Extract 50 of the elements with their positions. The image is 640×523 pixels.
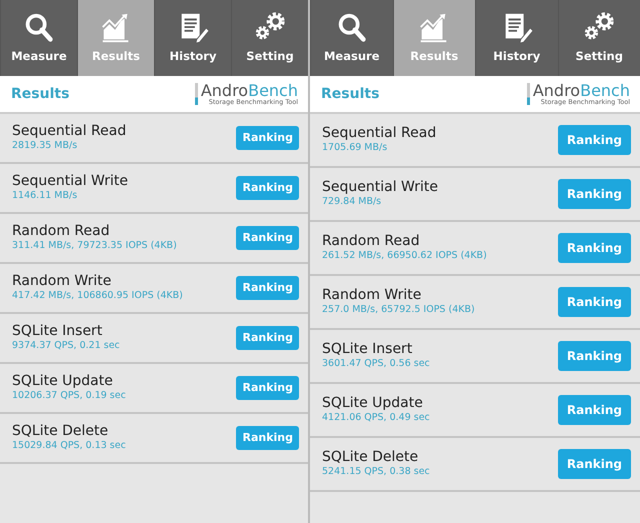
ranking-button[interactable]: Ranking <box>558 287 631 317</box>
logo-text: AndroBench <box>200 82 298 99</box>
result-value: 2819.35 MB/s <box>12 138 78 153</box>
ranking-button[interactable]: Ranking <box>558 449 631 479</box>
result-name: SQLite Delete <box>322 448 420 465</box>
ranking-button[interactable]: Ranking <box>558 233 631 263</box>
result-name: SQLite Delete <box>12 422 110 439</box>
tab[interactable]: Results <box>77 0 154 76</box>
result-name: Sequential Read <box>12 122 126 139</box>
result-value: 729.84 MB/s <box>322 194 382 209</box>
ranking-button[interactable]: Ranking <box>236 376 299 400</box>
result-name: SQLite Update <box>322 394 424 411</box>
ranking-button[interactable]: Ranking <box>236 226 299 250</box>
result-value: 1146.11 MB/s <box>12 188 78 203</box>
ranking-button[interactable]: Ranking <box>558 179 631 209</box>
result-value: 261.52 MB/s, 66950.62 IOPS (4KB) <box>322 248 487 263</box>
result-value: 3601.47 QPS, 0.56 sec <box>322 356 430 371</box>
ranking-button[interactable]: Ranking <box>236 326 299 350</box>
result-name: Sequential Write <box>12 172 128 189</box>
result-value: 1705.69 MB/s <box>322 140 388 155</box>
logo-text: AndroBench <box>532 82 630 99</box>
result-value: 311.41 MB/s, 79723.35 IOPS (4KB) <box>12 238 177 253</box>
result-name: Sequential Write <box>322 178 438 195</box>
result-name: Random Read <box>12 222 111 239</box>
ranking-button[interactable]: Ranking <box>236 126 299 150</box>
result-name: Random Write <box>12 272 112 289</box>
ranking-button[interactable]: Ranking <box>558 341 631 371</box>
result-value: 9374.37 QPS, 0.21 sec <box>12 338 120 353</box>
ranking-button[interactable]: Ranking <box>558 395 631 425</box>
ranking-button[interactable]: Ranking <box>236 276 299 300</box>
result-value: 257.0 MB/s, 65792.5 IOPS (4KB) <box>322 302 475 317</box>
result-name: SQLite Insert <box>12 322 104 339</box>
result-value: 15029.84 QPS, 0.13 sec <box>12 438 126 453</box>
result-name: Random Write <box>322 286 422 303</box>
result-value: 417.42 MB/s, 106860.95 IOPS (4KB) <box>12 288 183 303</box>
result-value: 4121.06 QPS, 0.49 sec <box>322 410 430 425</box>
page-title: Results <box>321 84 380 104</box>
tab[interactable]: Results <box>392 0 475 76</box>
ranking-button[interactable]: Ranking <box>236 176 299 200</box>
ranking-button[interactable]: Ranking <box>558 125 631 155</box>
result-name: SQLite Insert <box>322 340 414 357</box>
result-name: Random Read <box>322 232 421 249</box>
logo-mark <box>194 82 198 106</box>
page-title: Results <box>11 84 70 104</box>
result-value: 5241.15 QPS, 0.38 sec <box>322 464 430 479</box>
ranking-button[interactable]: Ranking <box>236 426 299 450</box>
result-name: Sequential Read <box>322 124 436 141</box>
result-name: SQLite Update <box>12 372 114 389</box>
logo-mark <box>526 82 530 106</box>
result-value: 10206.37 QPS, 0.19 sec <box>12 388 126 403</box>
